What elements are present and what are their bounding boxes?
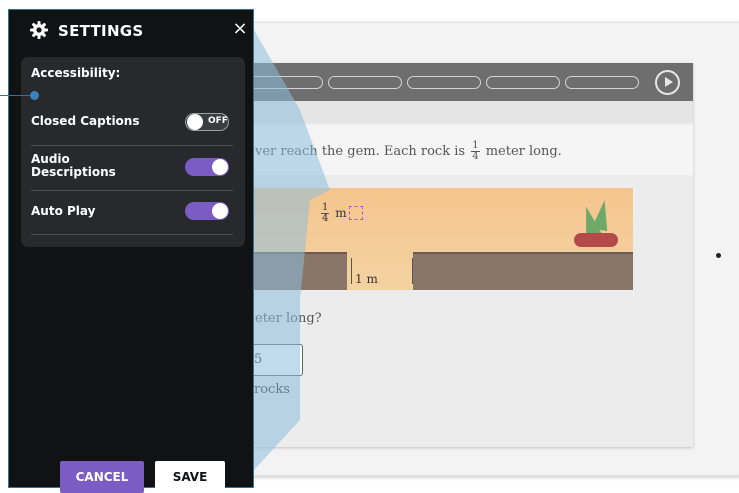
toggle-knob (187, 114, 203, 130)
progress-segment (249, 76, 323, 89)
toggle-state-text: OFF (208, 116, 228, 126)
progress-segment (486, 76, 560, 89)
unit-label: m (335, 206, 347, 220)
progress-segment (407, 76, 481, 89)
auto-play-toggle[interactable] (185, 202, 229, 220)
audio-descriptions-toggle[interactable] (185, 158, 229, 176)
fraction-denominator: 4 (472, 151, 479, 162)
closed-captions-toggle[interactable]: OFF (185, 113, 229, 131)
fraction: 14 (321, 203, 330, 224)
settings-title: SETTINGS (58, 22, 144, 40)
progress-segment (328, 76, 402, 89)
closed-captions-label: Closed Captions (31, 114, 140, 128)
rock-length-label: 14 m (319, 203, 347, 224)
gear-icon (30, 21, 48, 39)
prompt-tail: meter long. (485, 144, 562, 159)
gem-scene: 14 m 1 m (237, 188, 633, 290)
settings-panel: SETTINGS × Accessibility: Closed Caption… (8, 9, 254, 493)
gem-base (574, 233, 618, 247)
fraction: 14 (471, 141, 480, 162)
rock-drop-target[interactable] (349, 206, 363, 220)
progress-segment (565, 76, 639, 89)
lesson-progress-bar (237, 63, 693, 101)
right-cliff (413, 252, 633, 290)
play-button[interactable] (655, 70, 680, 95)
lesson-screen: ver reach the gem. Each rock is 14 meter… (237, 63, 693, 447)
callout-dot (30, 91, 39, 100)
cancel-button[interactable]: CANCEL (60, 461, 144, 493)
auto-play-label: Auto Play (31, 204, 96, 218)
divider (31, 145, 233, 146)
gap-marker-right (412, 258, 413, 284)
close-icon[interactable]: × (230, 18, 250, 40)
question-text: eter long? (255, 311, 322, 326)
accessibility-heading: Accessibility: (31, 66, 121, 80)
tablet-camera-dot (716, 253, 721, 258)
divider (31, 190, 233, 191)
accessibility-card: Accessibility: Closed Captions OFF Audio… (21, 57, 245, 247)
toggle-knob (212, 159, 228, 175)
save-button[interactable]: SAVE (155, 461, 225, 493)
lesson-prompt: ver reach the gem. Each rock is 14 meter… (255, 141, 562, 162)
lesson-sub-band (237, 101, 693, 123)
divider (31, 234, 233, 235)
audio-descriptions-label: Audio Descriptions (31, 152, 116, 179)
toggle-knob (212, 203, 228, 219)
gap-marker-left (351, 258, 352, 284)
prompt-text: ver reach the gem. Each rock is (255, 144, 466, 159)
callout-line (0, 95, 34, 96)
gem-icon (591, 198, 613, 232)
gap-length-label: 1 m (355, 272, 378, 286)
fraction-denominator: 4 (322, 213, 329, 224)
